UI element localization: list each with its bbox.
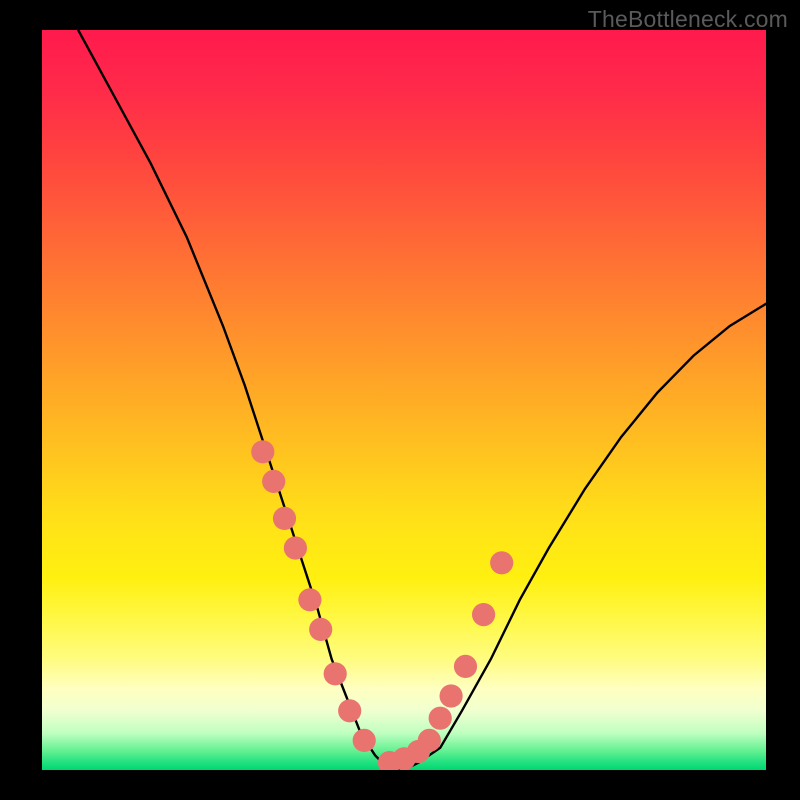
data-point bbox=[262, 470, 285, 493]
data-point bbox=[353, 729, 376, 752]
chart-svg bbox=[42, 30, 766, 770]
data-point bbox=[440, 684, 463, 707]
data-point bbox=[338, 699, 361, 722]
data-point bbox=[472, 603, 495, 626]
data-point bbox=[298, 588, 321, 611]
data-point bbox=[324, 662, 347, 685]
data-point bbox=[490, 551, 513, 574]
bottleneck-curve bbox=[78, 30, 766, 770]
watermark-text: TheBottleneck.com bbox=[588, 6, 788, 33]
plot-area bbox=[42, 30, 766, 770]
data-point bbox=[309, 618, 332, 641]
data-point bbox=[454, 655, 477, 678]
data-point bbox=[429, 707, 452, 730]
data-point bbox=[284, 536, 307, 559]
marker-layer bbox=[251, 440, 513, 770]
data-point bbox=[273, 507, 296, 530]
chart-frame: TheBottleneck.com bbox=[0, 0, 800, 800]
data-point bbox=[251, 440, 274, 463]
data-point bbox=[418, 729, 441, 752]
